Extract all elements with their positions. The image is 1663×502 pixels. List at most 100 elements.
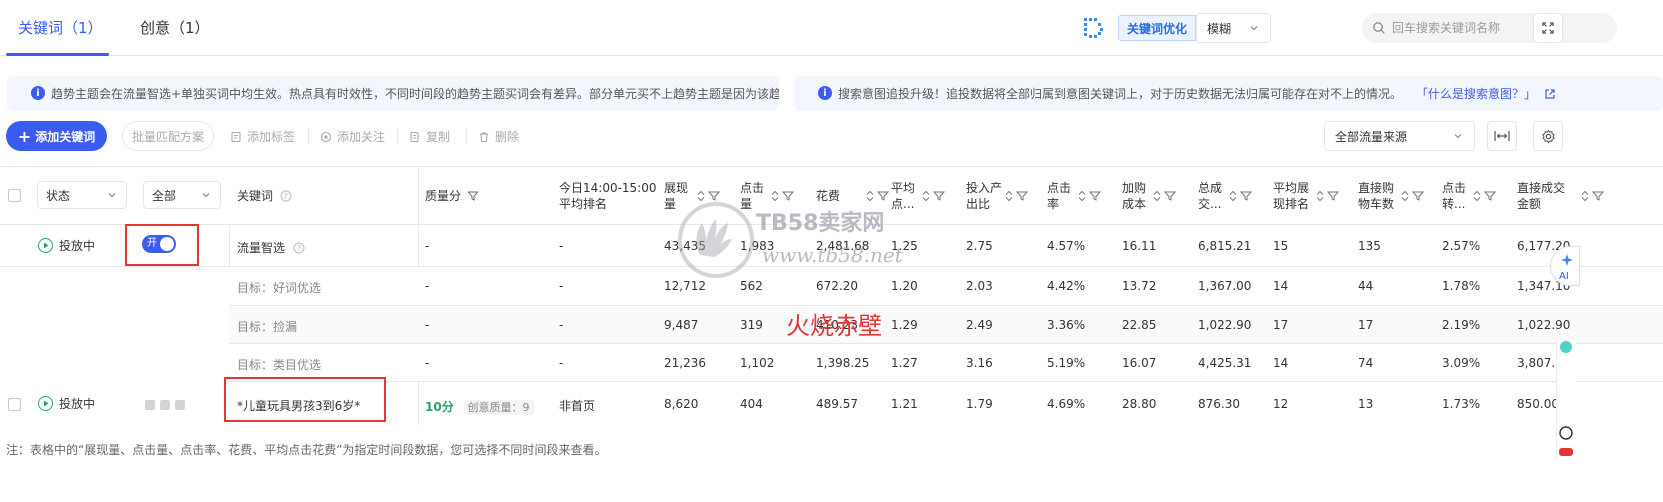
search-input[interactable] [1392, 21, 1612, 35]
col-metric-label: 点击 [1047, 181, 1072, 195]
sort-filter-icon[interactable] [770, 190, 796, 202]
col-metric-label: 总成 [1198, 181, 1223, 195]
col-metric-4[interactable]: 平均 点... [891, 180, 915, 212]
rank-cell: - [559, 356, 564, 370]
action-icon[interactable] [145, 400, 155, 410]
sort-filter-icon[interactable] [1152, 190, 1178, 202]
sort-filter-icon[interactable] [865, 190, 891, 202]
overlay-text: 火烧赤壁 [786, 312, 882, 340]
top-bar: 关键词（1） 创意（1） 关键词优化 模糊 [0, 0, 1663, 56]
metric-cell: 3.36% [1047, 318, 1086, 332]
sort-filter-icon[interactable] [1315, 190, 1341, 202]
sort-filter-icon[interactable] [1400, 190, 1426, 202]
scope-filter[interactable]: 全部 [143, 181, 221, 209]
col-metric-10[interactable]: 直接购 物车数 [1358, 180, 1394, 212]
highlight-box [224, 377, 386, 422]
sort-filter-icon[interactable] [1004, 190, 1030, 202]
active-tab-indicator [6, 53, 109, 56]
metric-cell: 43,435 [664, 239, 706, 253]
sort-filter-icon[interactable] [1077, 190, 1103, 202]
match-mode-select[interactable]: 模糊 [1196, 13, 1271, 43]
batch-match-button[interactable]: 批量匹配方案 [122, 121, 214, 151]
col-metric-6[interactable]: 点击率 [1047, 180, 1071, 212]
sort-filter-icon[interactable] [696, 190, 722, 202]
copy-icon [410, 131, 419, 142]
metric-cell: 1.29 [891, 318, 918, 332]
col-quality[interactable]: 质量分 [425, 188, 479, 204]
sort-filter-icon[interactable] [1228, 190, 1254, 202]
metric-cell: 1.79 [966, 397, 993, 411]
settings-button[interactable] [1533, 121, 1563, 151]
metric-cell: 22.85 [1122, 318, 1157, 332]
status-label: 投放中 [59, 397, 96, 411]
status-filter[interactable]: 状态 [37, 181, 127, 209]
col-metric-9[interactable]: 平均展 现排名 [1273, 180, 1309, 212]
col-metric-label: 转... [1442, 197, 1466, 211]
table-row[interactable]: 目标：好词优选 - - 12,712 562 672.20 1.20 2.03 4.42%… [229, 267, 1663, 306]
table-row[interactable]: 目标：类目优选 - - 21,236 1,102 1,398.25 1.27 3.16 5… [229, 344, 1663, 382]
plus-icon: + [17, 126, 32, 146]
col-rank: 今日14:00-15:00 平均排名 [559, 180, 657, 212]
copy-button[interactable]: 复制 [409, 128, 450, 145]
metric-cell: 2.75 [966, 239, 993, 253]
metric-cell: 1.78% [1442, 279, 1481, 293]
rank-cell: - [559, 239, 564, 253]
col-metric-3[interactable]: 花费 [816, 188, 840, 204]
col-metric-8[interactable]: 总成交... [1198, 180, 1222, 212]
delete-label: 删除 [495, 130, 520, 144]
metric-cell: 17 [1358, 318, 1374, 332]
col-metric-7[interactable]: 加购 成本 [1122, 180, 1146, 212]
chevron-down-icon [202, 193, 210, 198]
side-panel-edge[interactable] [1556, 340, 1576, 460]
divider [466, 129, 467, 143]
target-cell: 目标：类目优选 [237, 358, 322, 372]
metric-cell: 16.11 [1122, 239, 1157, 253]
metric-cell: 3.09% [1442, 356, 1481, 370]
status-cell: 投放中 [38, 237, 95, 254]
keyword-search[interactable] [1362, 13, 1617, 43]
search-intent-link[interactable]: 「什么是搜索意图？」 [1416, 85, 1536, 102]
target-cell: 目标：好词优选 [237, 281, 322, 295]
action-icon[interactable] [160, 400, 170, 410]
col-metric-label: 直接成交 [1517, 181, 1566, 195]
col-metric-label: 点击 [1442, 181, 1467, 195]
action-icon[interactable] [175, 400, 185, 410]
metric-cell: 672.20 [816, 279, 858, 293]
trend-notice-text: 趋势主题会在流量智选+单独买词中均生效。热点具有时效性，不同时间段的趋势主题买词… [51, 87, 779, 101]
col-metric-12[interactable]: 直接成交 金额 [1517, 180, 1565, 212]
help-icon[interactable]: ? [280, 190, 292, 202]
row-checkbox[interactable] [8, 398, 21, 411]
fullscreen-button[interactable] [1533, 13, 1563, 43]
metric-cell: 1.73% [1442, 397, 1481, 411]
col-metric-label: 展现 [664, 181, 689, 195]
metric-cell: 21,236 [664, 356, 706, 370]
col-metric-label: 率 [1047, 197, 1060, 211]
select-all-checkbox[interactable] [8, 189, 21, 202]
add-tag-button[interactable]: 添加标签 [230, 128, 295, 145]
col-metric-label: 直接购 [1358, 181, 1395, 195]
filter-icon[interactable] [467, 190, 479, 202]
col-metric-label: 花费 [816, 189, 841, 203]
column-width-button[interactable] [1487, 121, 1517, 151]
table-row[interactable]: 目标：捡漏 - - 9,487 319 410.23 1.29 2.49 3.36% 22.… [229, 306, 1663, 344]
add-follow-button[interactable]: 添加关注 [320, 128, 385, 145]
tab-creatives[interactable]: 创意（1） [140, 17, 210, 38]
col-metric-label: 金额 [1517, 197, 1542, 211]
col-metric-11[interactable]: 点击转... [1442, 180, 1466, 212]
help-icon[interactable]: ? [293, 242, 305, 254]
delete-button[interactable]: 删除 [478, 128, 519, 145]
col-metric-5[interactable]: 投入产 出比 [966, 180, 1002, 212]
tab-keywords[interactable]: 关键词（1） [18, 17, 103, 38]
keyword-optimize-label: 关键词优化 [1127, 21, 1188, 36]
add-keyword-button[interactable]: + 添加关键词 [6, 121, 107, 151]
sort-filter-icon[interactable] [1472, 190, 1498, 202]
col-metric-1[interactable]: 展现量 [664, 180, 688, 212]
metric-cell: 14 [1273, 356, 1289, 370]
metric-cell: 1.20 [891, 279, 918, 293]
sort-filter-icon[interactable] [921, 190, 947, 202]
col-metric-label: 交... [1198, 197, 1222, 211]
keyword-cell[interactable]: 流量智选 ? [237, 239, 305, 256]
sort-filter-icon[interactable] [1580, 190, 1606, 202]
external-link-icon[interactable] [1544, 88, 1556, 100]
traffic-source-select[interactable]: 全部流量来源 [1324, 121, 1475, 151]
